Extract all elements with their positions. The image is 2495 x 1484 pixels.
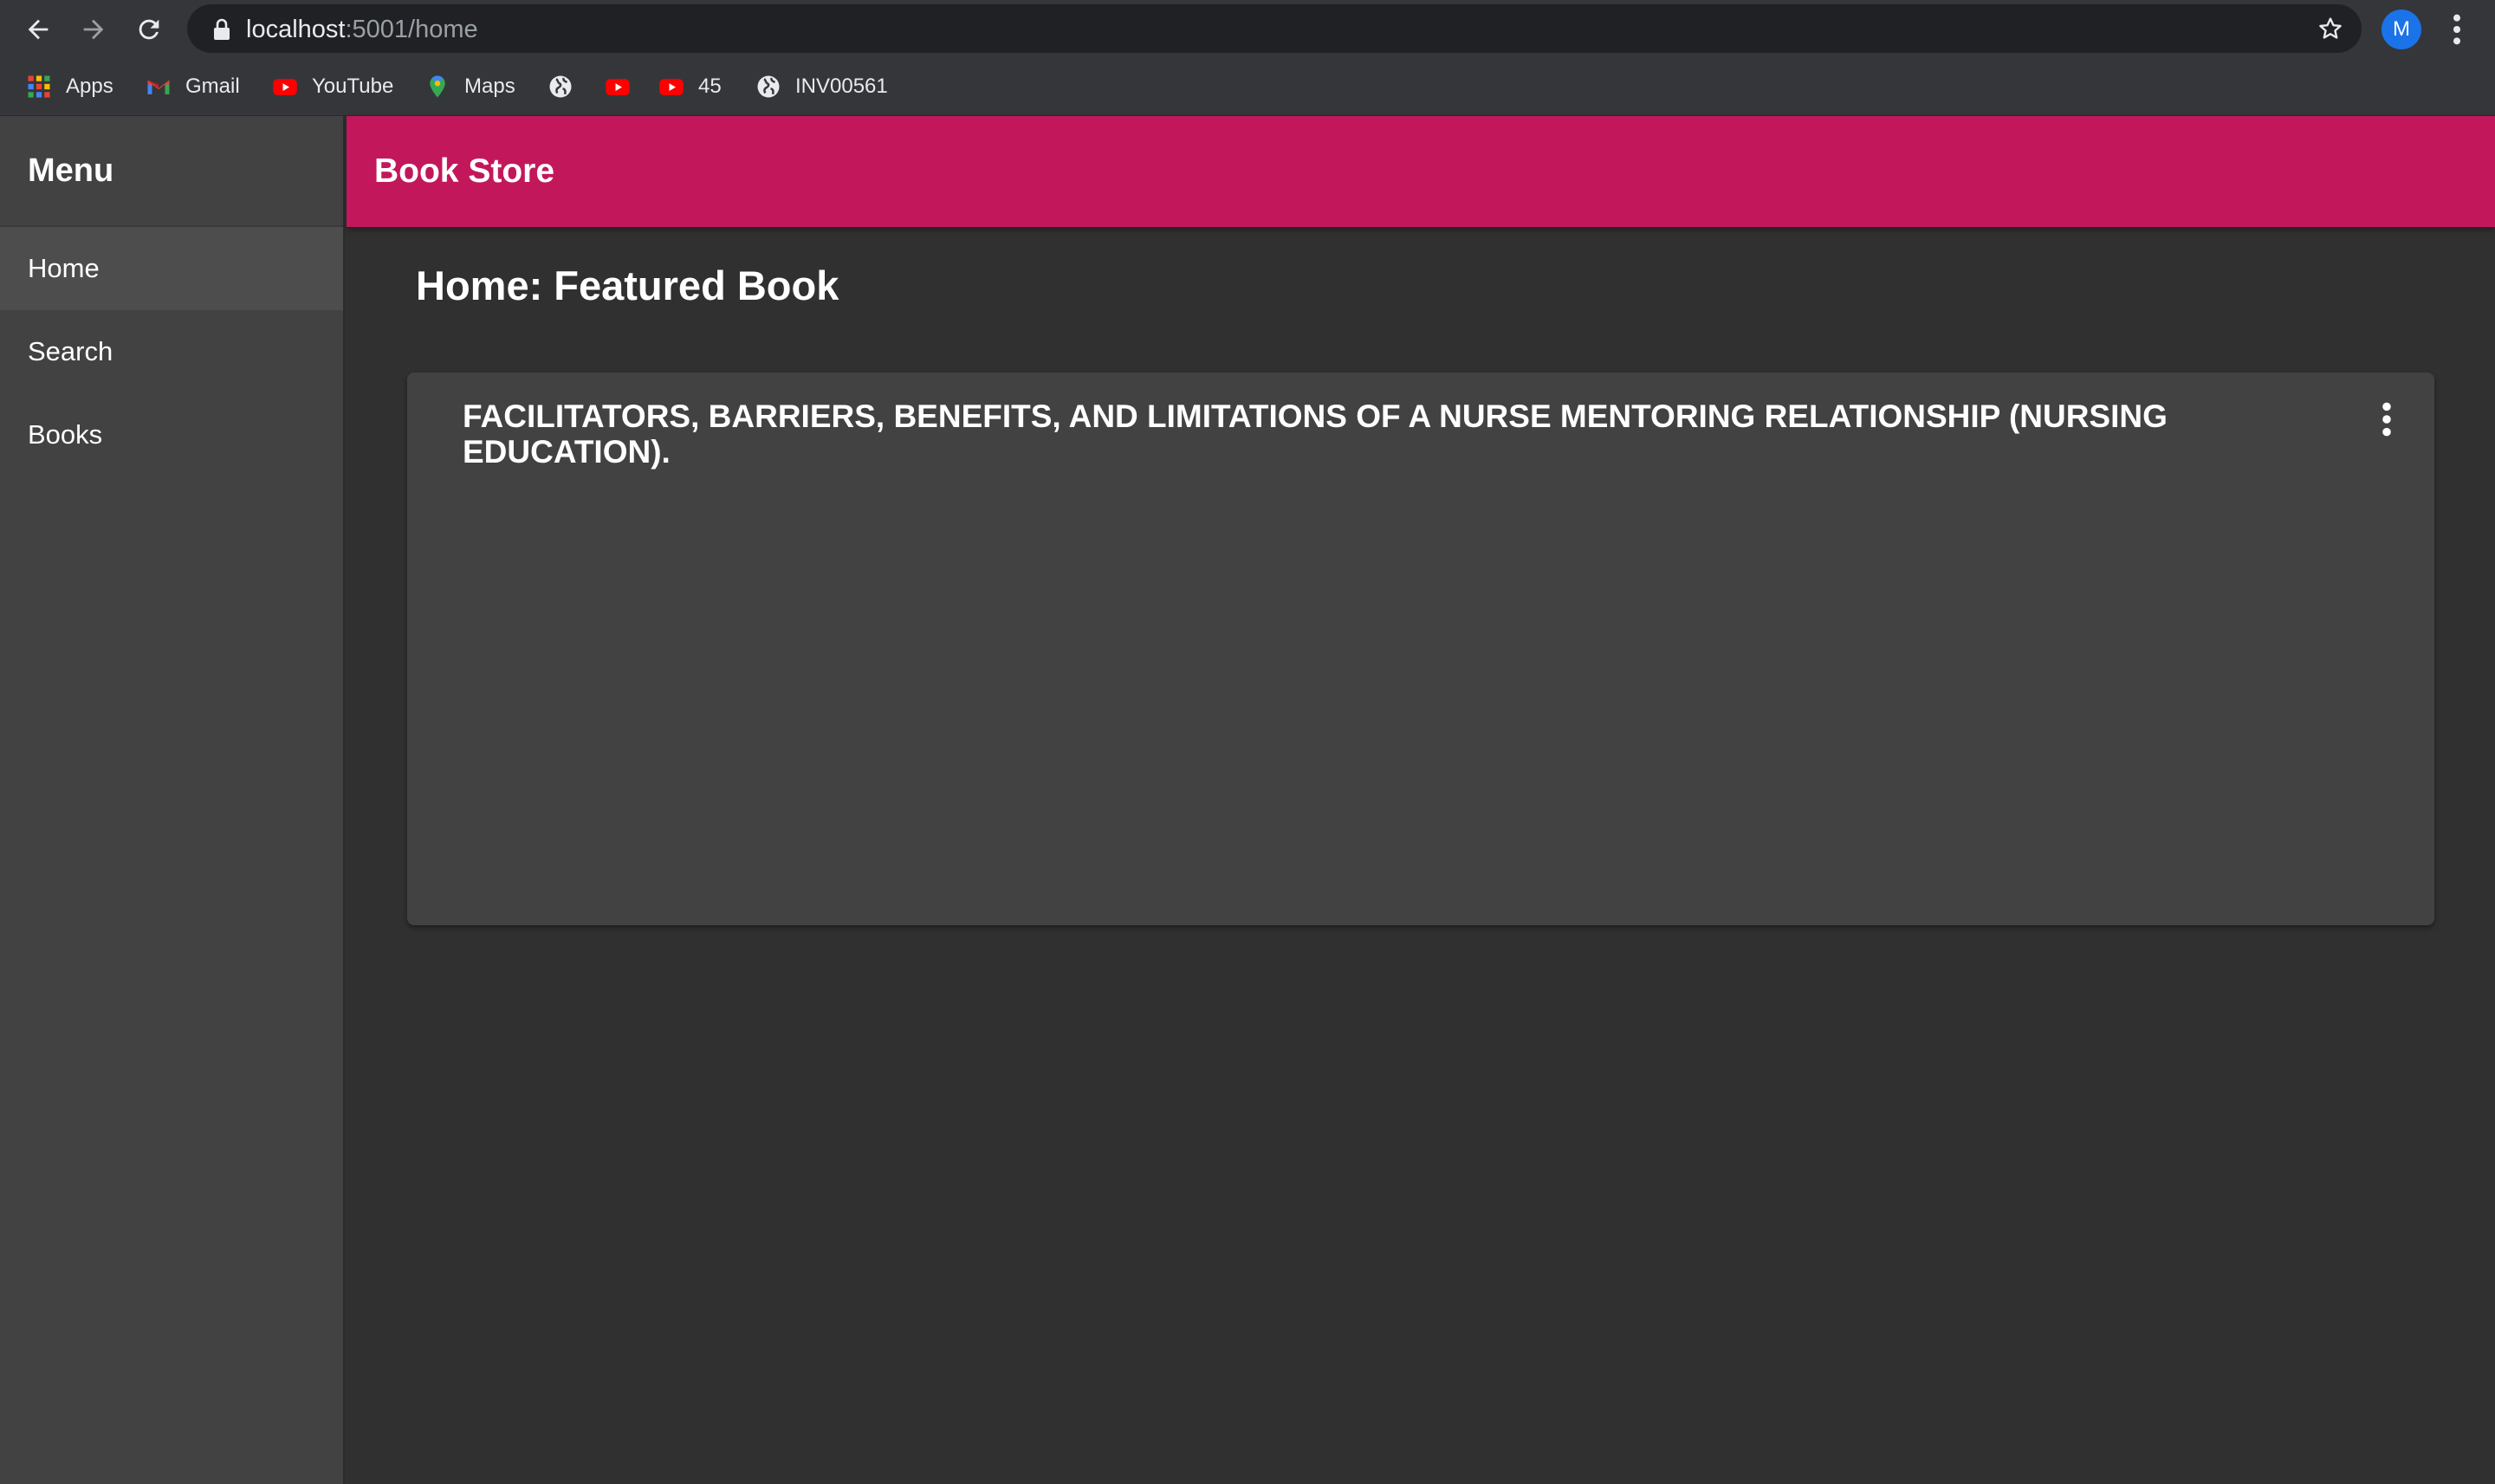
sidebar-item-books[interactable]: Books bbox=[0, 393, 343, 476]
youtube-icon bbox=[658, 74, 684, 100]
url-path: :5001/home bbox=[345, 16, 478, 43]
profile-avatar[interactable]: M bbox=[2382, 10, 2421, 49]
bookmarks-bar: Apps Gmail YouTube Maps 45 INV00561 bbox=[0, 59, 2495, 116]
gmail-icon bbox=[146, 74, 172, 100]
featured-book-card: FACILITATORS, BARRIERS, BENEFITS, AND LI… bbox=[407, 373, 2434, 925]
globe-icon bbox=[548, 74, 574, 100]
arrow-right-icon bbox=[83, 19, 104, 40]
back-button[interactable] bbox=[19, 10, 57, 49]
bookmark-label: YouTube bbox=[312, 75, 394, 98]
bookmark-label: Gmail bbox=[185, 75, 240, 98]
apps-grid-icon bbox=[26, 74, 52, 100]
sidebar-item-home[interactable]: Home bbox=[0, 227, 343, 310]
youtube-icon bbox=[605, 74, 631, 100]
arrow-left-icon bbox=[28, 19, 49, 40]
reload-button[interactable] bbox=[130, 10, 168, 49]
address-bar[interactable]: localhost:5001/home bbox=[187, 4, 2362, 53]
bookmark-globe[interactable] bbox=[548, 71, 574, 102]
maps-icon bbox=[424, 74, 450, 100]
page-title: Home: Featured Book bbox=[416, 262, 839, 308]
app-bar: Book Store bbox=[347, 116, 2495, 227]
forward-button[interactable] bbox=[75, 10, 113, 49]
sidebar-item-label: Home bbox=[28, 253, 100, 283]
bookmark-maps[interactable]: Maps bbox=[424, 71, 515, 102]
bookmark-label: 45 bbox=[698, 75, 722, 98]
sidebar-item-label: Books bbox=[28, 419, 103, 450]
browser-menu-icon[interactable] bbox=[2445, 12, 2469, 47]
bookmark-label: Apps bbox=[66, 75, 113, 98]
lock-icon bbox=[214, 18, 230, 40]
sidebar: Menu Home Search Books bbox=[0, 116, 345, 1484]
sidebar-item-search[interactable]: Search bbox=[0, 310, 343, 393]
reload-icon bbox=[139, 19, 159, 40]
bookmark-label: INV00561 bbox=[795, 75, 888, 98]
bookmark-inv[interactable]: INV00561 bbox=[755, 71, 888, 102]
bookmark-apps[interactable]: Apps bbox=[26, 71, 113, 102]
bookmark-youtube[interactable]: YouTube bbox=[272, 71, 393, 102]
bookmark-youtube-2[interactable] bbox=[605, 71, 631, 102]
book-title: FACILITATORS, BARRIERS, BENEFITS, AND LI… bbox=[463, 399, 2168, 470]
globe-icon bbox=[755, 74, 781, 100]
bookmark-star-icon[interactable] bbox=[2317, 15, 2344, 42]
bookmark-label: Maps bbox=[464, 75, 515, 98]
app-title: Book Store bbox=[374, 152, 555, 190]
url-text: localhost:5001/home bbox=[246, 16, 478, 44]
url-host: localhost bbox=[246, 16, 346, 43]
youtube-icon bbox=[272, 74, 298, 100]
bookmark-youtube-45[interactable]: 45 bbox=[658, 71, 722, 102]
more-options-icon[interactable] bbox=[2374, 400, 2400, 438]
browser-toolbar: localhost:5001/home M bbox=[0, 0, 2495, 59]
sidebar-title: Menu bbox=[0, 116, 343, 227]
bookmark-gmail[interactable]: Gmail bbox=[146, 71, 240, 102]
sidebar-item-label: Search bbox=[28, 336, 113, 366]
